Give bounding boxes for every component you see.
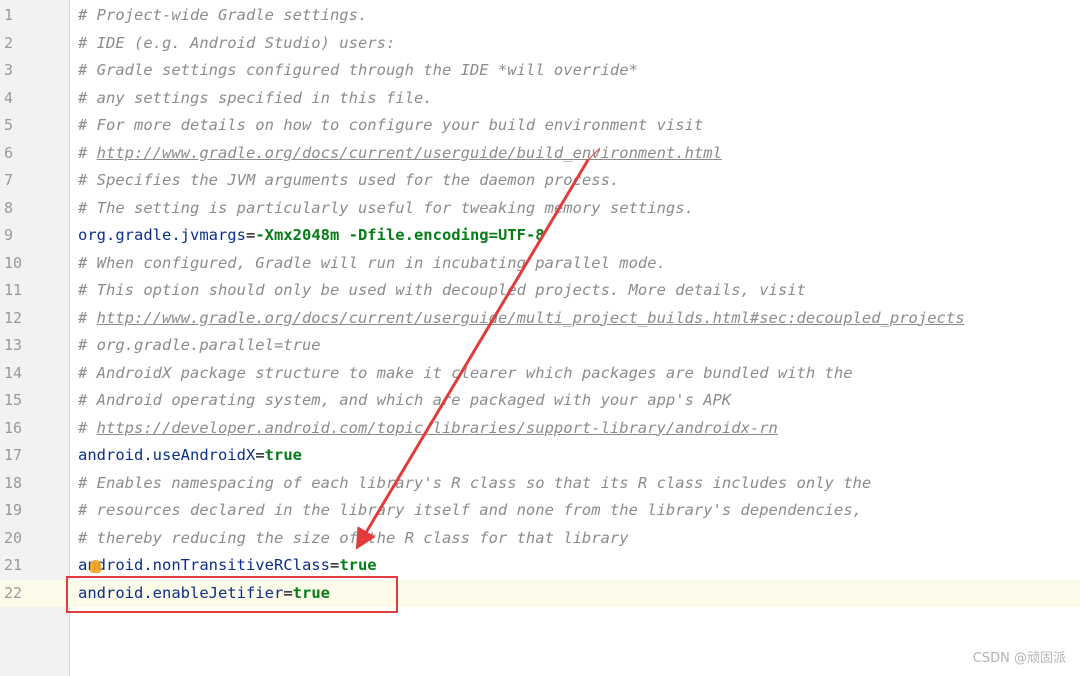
arrow-line [355,159,590,550]
watermark: CSDN @顽固派 [972,651,1066,666]
highlight-box [66,576,398,613]
arrow-tail [587,147,601,161]
annotation-arrow [355,147,601,550]
code-editor[interactable]: 1 # Project-wide Gradle settings. 2 # IDE (… [0,0,1080,676]
